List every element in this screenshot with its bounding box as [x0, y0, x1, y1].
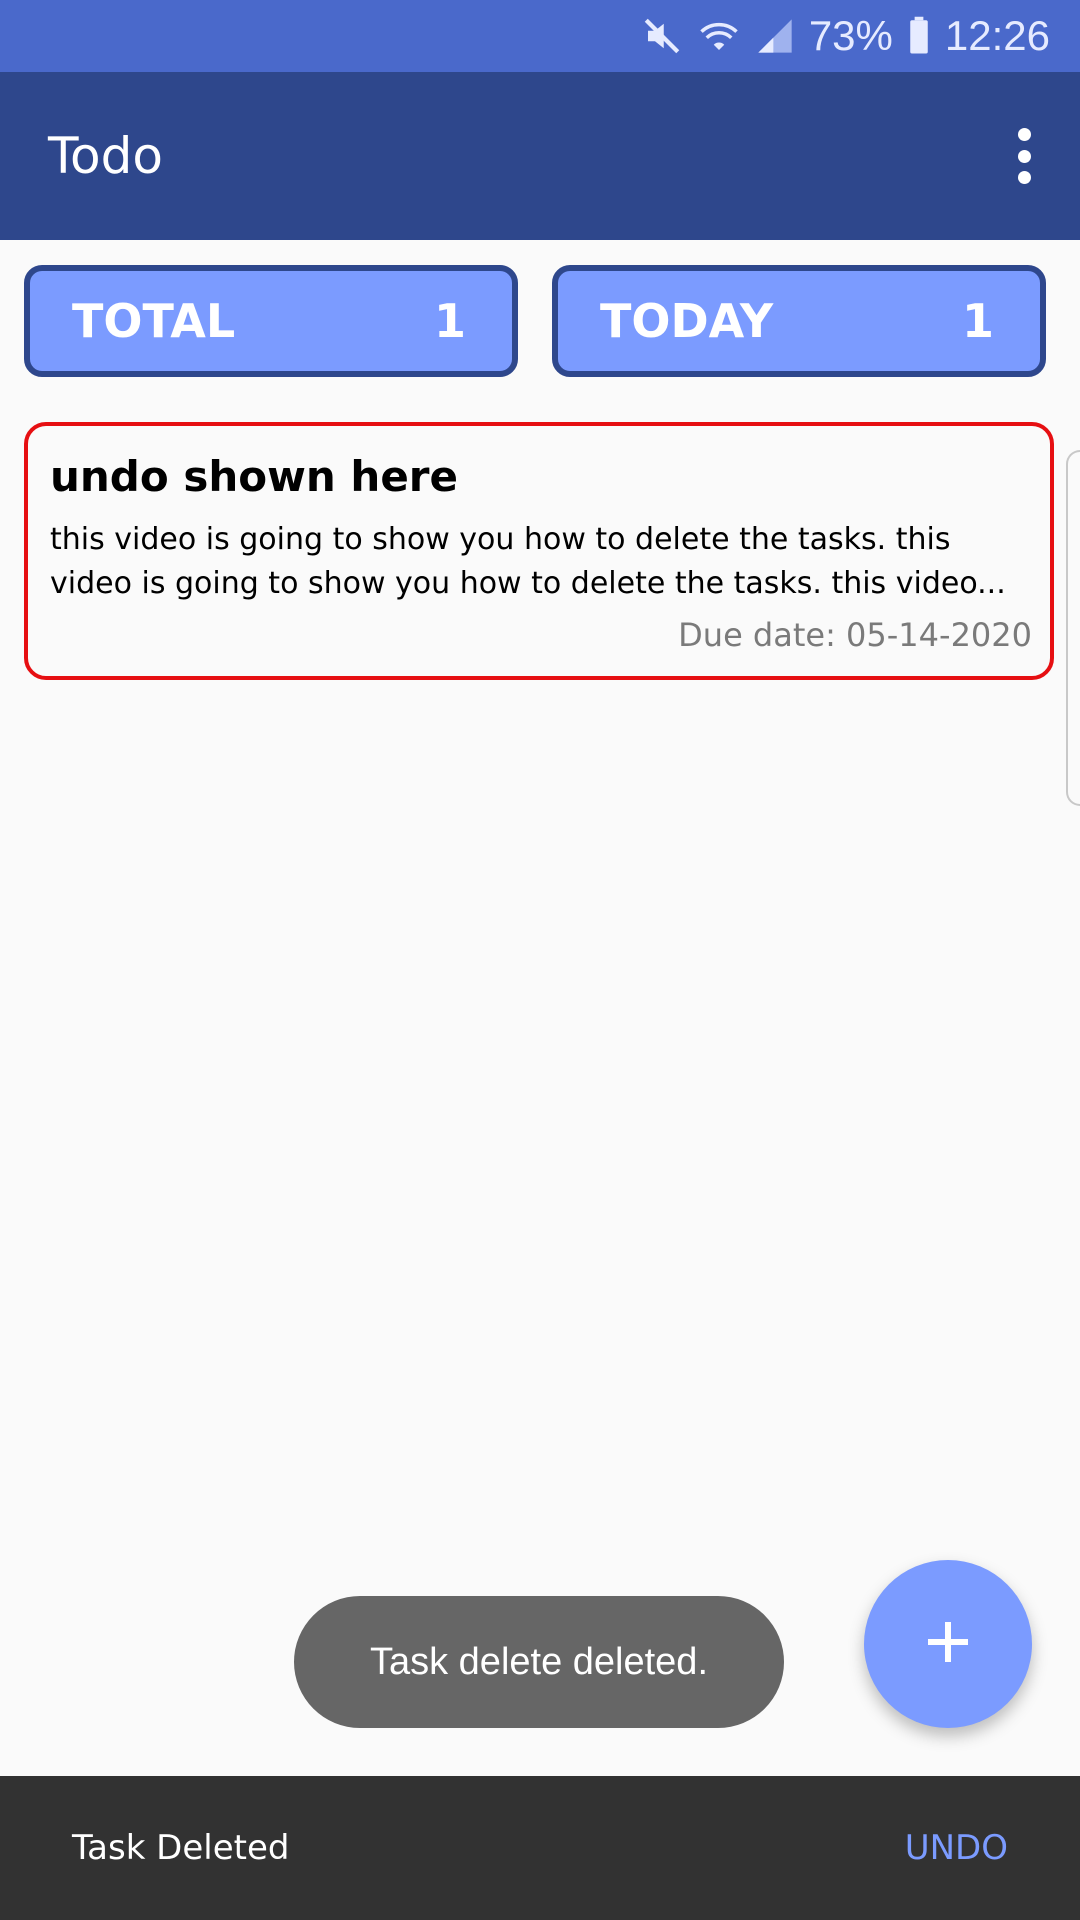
- undo-button[interactable]: UNDO: [905, 1776, 1008, 1920]
- task-description: this video is going to show you how to d…: [50, 522, 1006, 601]
- clock: 12:26: [944, 12, 1050, 59]
- signal-icon: [755, 15, 795, 57]
- add-task-button[interactable]: [864, 1560, 1032, 1728]
- today-counter[interactable]: TODAY 1: [552, 265, 1046, 377]
- wifi-icon: [697, 15, 741, 57]
- mute-icon: [641, 15, 683, 57]
- battery-icon: [907, 15, 931, 57]
- today-value: 1: [961, 294, 994, 348]
- toast-message: Task delete deleted.: [294, 1596, 784, 1728]
- task-title: undo shown here: [50, 452, 459, 501]
- today-label: TODAY: [600, 294, 774, 348]
- app-title: Todo: [48, 127, 163, 185]
- snackbar: Task Deleted UNDO: [0, 1776, 1080, 1920]
- total-counter[interactable]: TOTAL 1: [24, 265, 518, 377]
- total-label: TOTAL: [72, 294, 236, 348]
- snackbar-message: Task Deleted: [72, 1828, 290, 1868]
- side-drawer-edge[interactable]: [1066, 450, 1080, 806]
- more-options-icon[interactable]: [1004, 128, 1044, 184]
- plus-icon: [924, 1618, 972, 1670]
- task-card[interactable]: undo shown here this video is going to s…: [24, 422, 1054, 680]
- total-value: 1: [433, 294, 466, 348]
- status-icons: 73% 12:26: [641, 0, 1050, 72]
- battery-percent: 73%: [808, 12, 893, 59]
- app-bar: Todo: [0, 72, 1080, 240]
- task-due-date: Due date: 05-14-2020: [678, 616, 1032, 654]
- status-bar: 73% 12:26: [0, 0, 1080, 72]
